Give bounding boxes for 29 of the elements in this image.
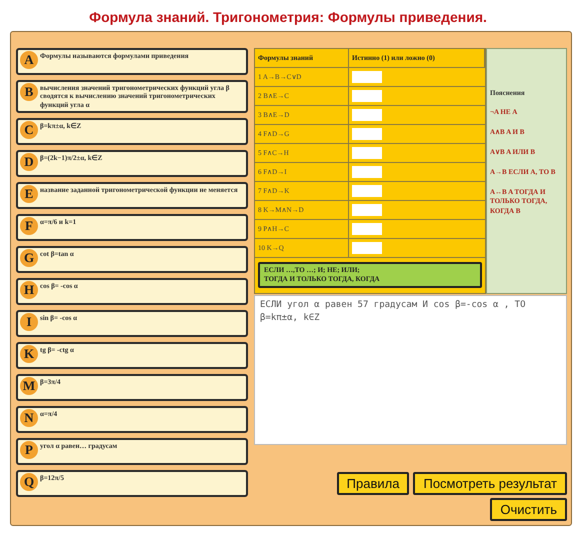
answer-input[interactable] [352, 128, 382, 140]
fact-letter: I [20, 313, 38, 332]
fact-letter: A [20, 51, 38, 69]
fact-letter: G [20, 249, 38, 268]
answer-input[interactable] [352, 147, 382, 159]
answer-input[interactable] [352, 109, 382, 121]
fact-letter: Q [20, 473, 38, 492]
rules-button[interactable]: Правила [336, 472, 410, 495]
page-title: Формула знаний. Тригонометрия: Формулы приведения. [88, 8, 488, 27]
fact-letter: H [20, 281, 38, 300]
fact-letter: N [20, 409, 38, 428]
fact-letter: K [20, 345, 38, 364]
fact-letter: E [20, 185, 38, 204]
fact-letter: P [20, 441, 38, 460]
answer-input[interactable] [352, 166, 382, 178]
result-button[interactable]: Посмотреть результат [413, 472, 567, 495]
answer-input[interactable] [352, 90, 382, 102]
answer-input[interactable] [352, 71, 382, 83]
fact-letter: F [20, 217, 38, 236]
fact-letter: D [20, 153, 38, 172]
clear-button[interactable]: Очистить [490, 498, 567, 521]
answer-input[interactable] [352, 242, 382, 254]
answer-input[interactable] [352, 223, 382, 235]
fact-letter: B [20, 83, 38, 101]
answer-input[interactable] [352, 185, 382, 197]
fact-letter: C [20, 121, 38, 140]
fact-letter: M [20, 377, 38, 396]
answer-input[interactable] [352, 204, 382, 216]
answer-text-area[interactable]: ЕСЛИ угол α равен 57 градусам И cos β=-cos α , ТО β=kπ±α, k∈Z [254, 295, 567, 446]
